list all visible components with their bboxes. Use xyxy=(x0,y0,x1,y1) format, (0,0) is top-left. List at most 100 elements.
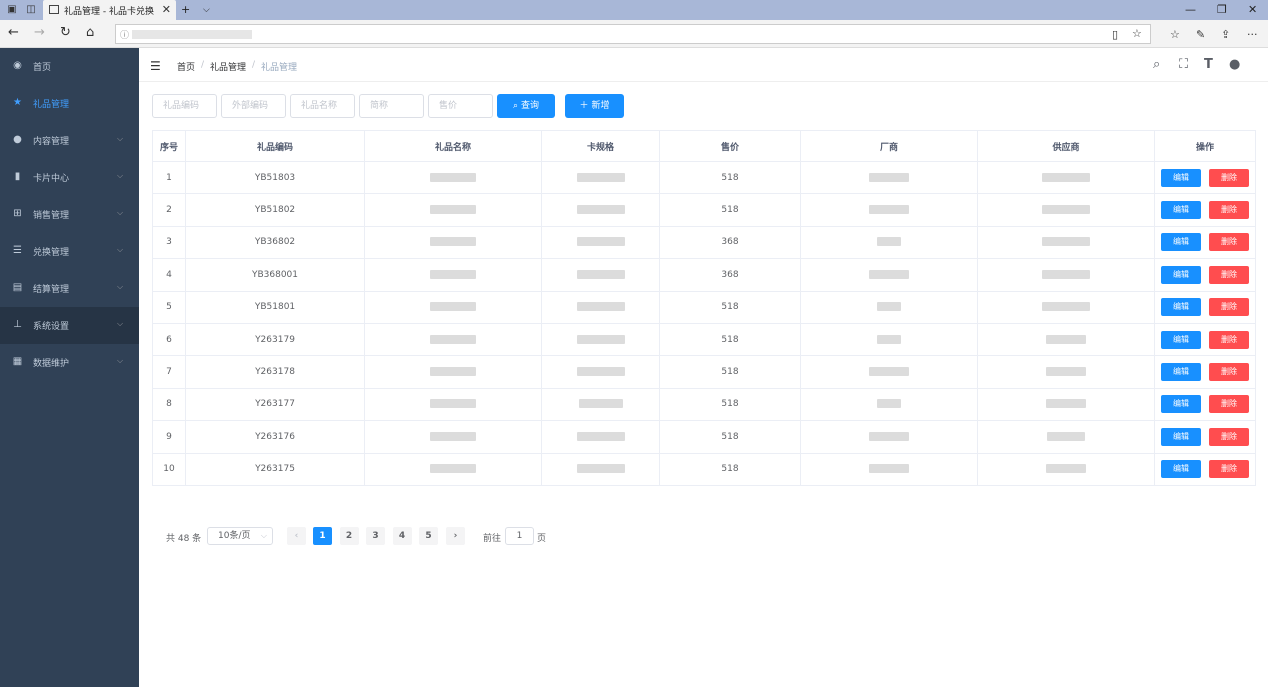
set-aside-tabs-icon[interactable]: ◫ xyxy=(25,4,37,16)
delete-button[interactable]: 删除 xyxy=(1209,298,1249,317)
edit-button[interactable]: 编辑 xyxy=(1161,233,1201,252)
add-button[interactable]: ＋ 新增 xyxy=(565,94,624,118)
redacted-value xyxy=(576,172,625,182)
delete-button[interactable]: 删除 xyxy=(1209,395,1249,414)
info-icon[interactable]: ⓘ xyxy=(120,28,129,41)
delete-button[interactable]: 删除 xyxy=(1209,427,1249,446)
page-number-button[interactable]: 1 xyxy=(313,527,332,545)
sidebar-item[interactable]: ⊥ 系统设置 ⌵ xyxy=(0,307,139,344)
gift-code-input[interactable] xyxy=(153,95,216,117)
hamburger-menu-icon[interactable]: ☰ xyxy=(150,59,161,73)
cell-manufacturer xyxy=(800,420,978,454)
sidebar-item[interactable]: ☰ 兑换管理 ⌵ xyxy=(0,233,139,270)
sidebar-item[interactable]: ● 内容管理 ⌵ xyxy=(0,122,139,159)
page-number-button[interactable]: 5 xyxy=(419,527,438,545)
restore-icon[interactable]: ❐ xyxy=(1217,3,1227,16)
edit-button[interactable]: 编辑 xyxy=(1161,265,1201,284)
new-tab-button[interactable]: + xyxy=(181,3,190,16)
sidebar-item[interactable]: ◉ 首页 xyxy=(0,48,139,85)
edit-button[interactable]: 编辑 xyxy=(1161,168,1201,187)
delete-button[interactable]: 删除 xyxy=(1209,330,1249,349)
favorites-icon[interactable]: ☆ xyxy=(1170,28,1180,41)
column-header: 礼品编码 xyxy=(185,130,365,162)
font-size-icon[interactable]: T xyxy=(1204,57,1213,72)
redacted-value xyxy=(578,399,623,409)
tab-actions-icon[interactable]: ▣ xyxy=(6,4,18,16)
user-avatar-icon[interactable]: ● xyxy=(1229,57,1240,72)
tab-title: 礼品管理 - 礼品卡兑换 xyxy=(64,7,154,17)
edit-button[interactable]: 编辑 xyxy=(1161,363,1201,382)
refresh-icon[interactable]: ↻ xyxy=(60,26,71,40)
short-name-filter[interactable] xyxy=(359,94,424,118)
redacted-value xyxy=(576,334,625,344)
address-input[interactable]: ⓘ ▯ ☆ xyxy=(115,24,1151,44)
cell-index: 2 xyxy=(152,193,186,227)
sidebar-item[interactable]: ⊞ 销售管理 ⌵ xyxy=(0,196,139,233)
list-icon: ☰ xyxy=(13,245,22,256)
search-icon[interactable]: ⌕ xyxy=(1153,57,1160,72)
delete-button[interactable]: 删除 xyxy=(1209,363,1249,382)
redacted-value xyxy=(1042,205,1090,215)
edit-button[interactable]: 编辑 xyxy=(1161,460,1201,479)
cell-gift-code: YB51802 xyxy=(185,193,365,227)
edit-button[interactable]: 编辑 xyxy=(1161,298,1201,317)
page-size-select[interactable]: 10条/页 ⌵ xyxy=(207,527,273,545)
sidebar-item[interactable]: ▦ 数据维护 ⌵ xyxy=(0,344,139,381)
breadcrumb-parent[interactable]: 礼品管理 xyxy=(210,60,246,73)
breadcrumb-home[interactable]: 首页 xyxy=(177,60,195,73)
delete-button[interactable]: 删除 xyxy=(1209,233,1249,252)
edit-button[interactable]: 编辑 xyxy=(1161,395,1201,414)
forward-icon[interactable]: → xyxy=(34,26,45,40)
delete-button[interactable]: 删除 xyxy=(1209,168,1249,187)
more-menu-icon[interactable]: ··· xyxy=(1247,28,1258,41)
table-row: 4 YB368001 368 编辑 删除 xyxy=(152,258,1256,292)
gift-name-filter[interactable] xyxy=(290,94,355,118)
delete-button[interactable]: 删除 xyxy=(1209,265,1249,284)
page-number-button[interactable]: 3 xyxy=(366,527,385,545)
next-page-button[interactable]: › xyxy=(446,527,465,545)
browser-tab-active[interactable]: 礼品管理 - 礼品卡兑换 ✕ xyxy=(43,0,176,20)
close-window-icon[interactable]: ✕ xyxy=(1248,3,1257,16)
gift-name-input[interactable] xyxy=(291,95,354,117)
tab-list-chevron-icon[interactable]: ⌵ xyxy=(203,5,210,15)
goto-page-input[interactable]: 1 xyxy=(505,527,534,545)
edit-button[interactable]: 编辑 xyxy=(1161,330,1201,349)
redacted-value xyxy=(430,334,476,344)
redacted-value xyxy=(1046,399,1086,409)
share-icon[interactable]: ⇪ xyxy=(1221,28,1230,41)
reading-view-icon[interactable]: ▯ xyxy=(1112,28,1118,41)
cell-index: 8 xyxy=(152,387,186,422)
minimize-icon[interactable]: — xyxy=(1185,3,1196,16)
redacted-value xyxy=(430,464,476,474)
fullscreen-icon[interactable]: ⛶ xyxy=(1179,57,1188,72)
column-header: 厂商 xyxy=(800,130,978,162)
table-row: 9 Y263176 518 编辑 删除 xyxy=(152,420,1256,454)
page-number-button[interactable]: 4 xyxy=(392,527,412,545)
home-icon[interactable]: ⌂ xyxy=(86,26,94,40)
prev-page-button[interactable]: ‹ xyxy=(287,527,306,545)
close-tab-icon[interactable]: ✕ xyxy=(162,3,171,16)
external-code-filter[interactable] xyxy=(221,94,286,118)
cell-supplier xyxy=(977,322,1155,357)
edit-button[interactable]: 编辑 xyxy=(1161,201,1201,220)
sidebar-item[interactable]: ★ 礼品管理 xyxy=(0,85,139,122)
gift-code-filter[interactable] xyxy=(152,94,217,118)
circle-icon: ● xyxy=(13,134,22,145)
price-input[interactable] xyxy=(429,95,492,117)
search-button[interactable]: ⌕ 查询 xyxy=(497,94,555,118)
chevron-down-icon: ⌵ xyxy=(117,134,124,143)
price-filter[interactable] xyxy=(428,94,493,118)
short-name-input[interactable] xyxy=(360,95,423,117)
favorite-star-icon[interactable]: ☆ xyxy=(1132,27,1142,40)
pen-icon[interactable]: ✎ xyxy=(1196,28,1205,41)
redacted-value xyxy=(576,464,625,474)
edit-button[interactable]: 编辑 xyxy=(1161,427,1201,446)
back-icon[interactable]: ← xyxy=(8,26,19,40)
delete-button[interactable]: 删除 xyxy=(1209,460,1249,479)
delete-button[interactable]: 删除 xyxy=(1209,201,1249,220)
external-code-input[interactable] xyxy=(222,95,285,117)
sidebar-item[interactable]: ▮ 卡片中心 ⌵ xyxy=(0,159,139,196)
sidebar-item[interactable]: ▤ 结算管理 ⌵ xyxy=(0,270,139,307)
cell-gift-name xyxy=(364,225,542,260)
page-number-button[interactable]: 2 xyxy=(339,527,359,545)
